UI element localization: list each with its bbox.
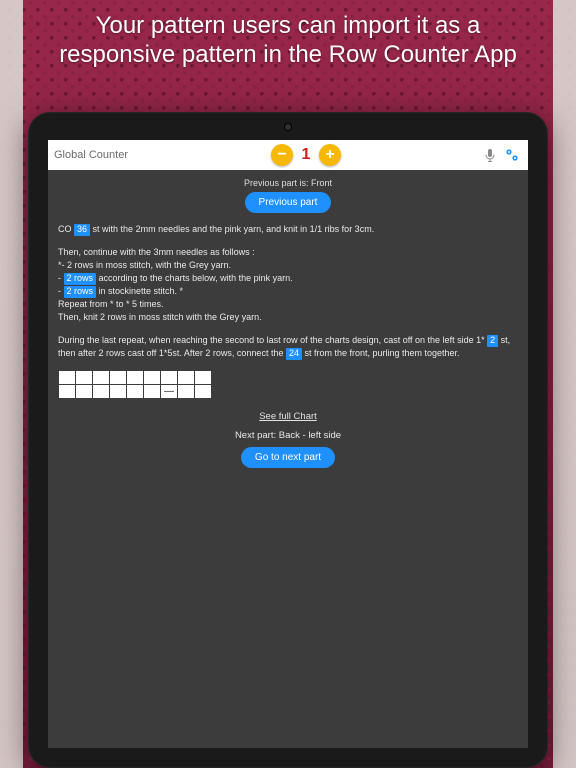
chart-cell xyxy=(127,371,144,385)
text: Then, knit 2 rows in moss stitch with th… xyxy=(58,312,262,322)
chart-cell xyxy=(178,385,195,399)
chart-cell xyxy=(178,371,195,385)
chart-cell xyxy=(110,371,127,385)
chart-cell xyxy=(59,371,76,385)
toolbar: Global Counter − 1 + xyxy=(48,140,528,170)
chart-cell xyxy=(93,371,110,385)
pattern-paragraph-1: CO 36 st with the 2mm needles and the pi… xyxy=(58,223,518,236)
knitting-chart: — xyxy=(58,370,212,399)
highlight-rows-a: 2 rows xyxy=(64,273,97,285)
text: st from the front, purling them together… xyxy=(302,348,460,358)
text: according to the charts below, with the … xyxy=(96,273,293,283)
decrement-button[interactable]: − xyxy=(271,144,293,166)
chart-cell xyxy=(59,385,76,399)
increment-button[interactable]: + xyxy=(319,144,341,166)
next-part-label: Next part: Back - left side xyxy=(58,430,518,441)
chart-cell xyxy=(76,371,93,385)
chart-cell xyxy=(110,385,127,399)
chart-cell xyxy=(161,371,178,385)
chart-cell: — xyxy=(161,385,178,399)
marketing-headline: Your pattern users can import it as a re… xyxy=(0,12,576,70)
pattern-content: Previous part is: Front Previous part CO… xyxy=(48,170,528,748)
previous-part-button[interactable]: Previous part xyxy=(245,192,332,213)
text: Repeat from * to * 5 times. xyxy=(58,299,164,309)
counter-value: 1 xyxy=(299,146,313,164)
text: *- 2 rows in moss stitch, with the Grey … xyxy=(58,260,231,270)
text: During the last repeat, when reaching th… xyxy=(58,335,487,345)
pattern-paragraph-2: Then, continue with the 3mm needles as f… xyxy=(58,246,518,324)
highlight-connect: 24 xyxy=(286,348,302,360)
chart-cell xyxy=(195,385,212,399)
tablet-camera xyxy=(285,124,291,130)
text: CO xyxy=(58,224,74,234)
text: in stockinette stitch. * xyxy=(96,286,183,296)
chart-cell xyxy=(93,385,110,399)
microphone-icon[interactable] xyxy=(484,148,496,162)
highlight-rows-b: 2 rows xyxy=(64,286,97,298)
go-to-next-part-button[interactable]: Go to next part xyxy=(241,447,335,468)
text: Then, continue with the 3mm needles as f… xyxy=(58,247,255,257)
chart-cell xyxy=(127,385,144,399)
tablet-frame: Global Counter − 1 + Pr xyxy=(28,112,548,768)
see-full-chart-link[interactable]: See full Chart xyxy=(58,411,518,422)
text: - xyxy=(58,273,64,283)
previous-part-label: Previous part is: Front xyxy=(58,178,518,188)
toolbar-title: Global Counter xyxy=(54,149,128,161)
text: st with the 2mm needles and the pink yar… xyxy=(93,224,375,234)
chart-cell xyxy=(144,371,161,385)
highlight-castoff: 2 xyxy=(487,335,498,347)
chart-cell xyxy=(144,385,161,399)
text: - xyxy=(58,286,64,296)
chart-cell xyxy=(195,371,212,385)
marketing-background: Your pattern users can import it as a re… xyxy=(0,0,576,768)
highlight-cast-on: 36 xyxy=(74,224,90,236)
app-screen: Global Counter − 1 + Pr xyxy=(48,140,528,748)
chart-cell xyxy=(76,385,93,399)
pattern-paragraph-3: During the last repeat, when reaching th… xyxy=(58,334,518,360)
settings-icon[interactable] xyxy=(504,147,520,163)
counter-controls: − 1 + xyxy=(128,144,484,166)
